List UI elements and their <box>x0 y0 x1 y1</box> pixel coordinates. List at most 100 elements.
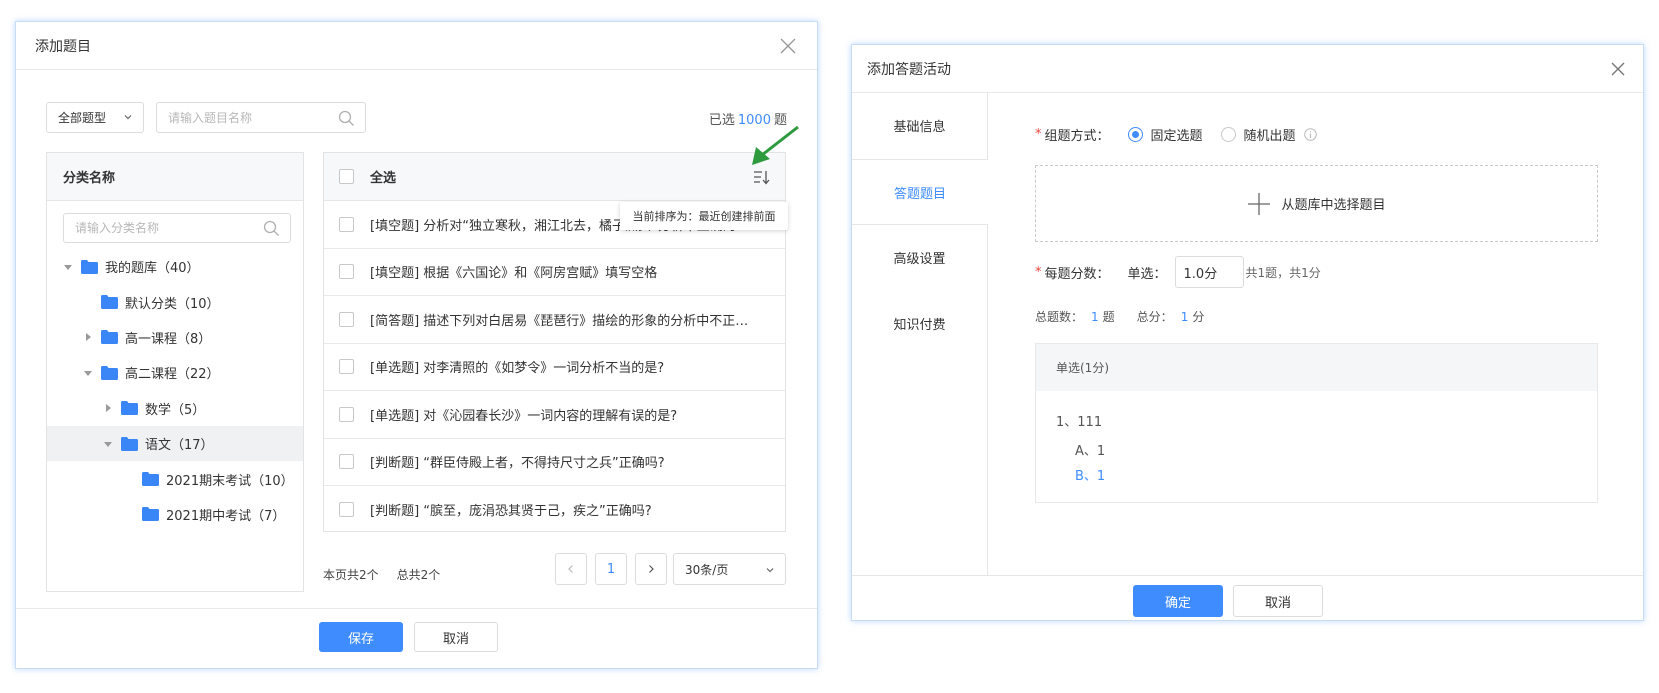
tree-node-math[interactable]: 数学（5） <box>47 391 303 426</box>
total-questions-unit: 题 <box>1102 310 1115 324</box>
single-label: 单选： <box>1127 266 1167 282</box>
tree-node-label: 高一课程（8） <box>125 331 212 347</box>
total-score-label: 总分： <box>1136 310 1173 324</box>
caret-right-icon[interactable] <box>103 403 113 413</box>
close-icon[interactable] <box>775 33 801 59</box>
next-page-button[interactable] <box>635 553 667 585</box>
question-text: [简答题] 描述下列对白居易《琵琶行》描绘的形象的分析中不正确的是？ <box>370 313 760 329</box>
caret-down-icon[interactable] <box>83 368 93 378</box>
single-score-input[interactable]: 1.0分 <box>1174 256 1244 288</box>
option-b: B、1 <box>1075 469 1106 484</box>
question-row[interactable]: [判断题] “群臣侍殿上者，不得持尺寸之兵”正确吗? <box>324 439 785 486</box>
question-card-header: 单选(1分) <box>1036 344 1597 391</box>
question-row[interactable]: [简答题] 描述下列对白居易《琵琶行》描绘的形象的分析中不正确的是？ <box>324 296 785 344</box>
dialog-header: 添加答题活动 <box>852 45 1643 93</box>
question-row[interactable]: [单选题] 对李清照的《如梦令》一词分析不当的是? <box>324 344 785 391</box>
tree-node-midterm-exam[interactable]: 2021期中考试（7） <box>47 497 303 532</box>
chevron-down-icon <box>124 115 132 120</box>
question-text: [单选题] 对《沁园春长沙》一词内容的理解有误的是? <box>370 408 678 424</box>
search-icon[interactable] <box>263 220 280 237</box>
add-activity-dialog: 添加答题活动 基础信息 答题题目 高级设置 知识付费 * 组题方式： 固定选题 … <box>851 44 1644 621</box>
tree-node-label: 我的题库（40） <box>105 261 200 277</box>
caret-right-icon[interactable] <box>83 332 93 342</box>
category-search <box>63 213 291 243</box>
category-search-input[interactable] <box>64 214 290 242</box>
tree-node-default[interactable]: 默认分类（10） <box>47 284 303 319</box>
total-questions-value: 1 <box>1091 309 1099 324</box>
save-button[interactable]: 保存 <box>319 622 403 652</box>
page-size-select[interactable]: 30条/页 <box>673 553 786 585</box>
question-row[interactable]: [填空题] 根据《六国论》和《阿房宫赋》填写空格 <box>324 249 785 296</box>
folder-icon <box>142 472 159 487</box>
dialog-footer: 保存 取消 <box>16 608 817 668</box>
confirm-button[interactable]: 确定 <box>1133 585 1223 617</box>
page-number-button[interactable]: 1 <box>595 553 627 585</box>
question-title: 1、111 <box>1056 415 1103 430</box>
question-list-header: 全选 <box>324 153 785 201</box>
required-mark: * <box>1035 127 1042 142</box>
folder-icon <box>142 507 159 522</box>
nav-advanced[interactable]: 高级设置 <box>852 225 987 291</box>
tree-node-final-exam[interactable]: 2021期末考试（10） <box>47 461 303 496</box>
folder-icon <box>101 365 118 380</box>
caret-down-icon[interactable] <box>103 439 113 449</box>
cancel-button[interactable]: 取消 <box>1233 585 1323 617</box>
row-checkbox[interactable] <box>339 311 354 327</box>
row-checkbox[interactable] <box>339 454 354 470</box>
row-checkbox[interactable] <box>339 216 354 232</box>
close-icon[interactable] <box>1605 56 1631 82</box>
question-row[interactable]: [单选题] 对《沁园春长沙》一词内容的理解有误的是? <box>324 391 785 439</box>
folder-icon <box>101 330 118 345</box>
radio-fixed[interactable] <box>1127 127 1143 142</box>
pick-from-bank-button[interactable]: 从题库中选择题目 <box>1035 165 1598 242</box>
category-header: 分类名称 <box>47 153 303 201</box>
question-card: 单选(1分) 1、111 A、1 B、1 <box>1035 343 1598 503</box>
nav-basic-info[interactable]: 基础信息 <box>852 93 987 159</box>
question-text: [单选题] 对李清照的《如梦令》一词分析不当的是? <box>370 361 665 377</box>
side-nav: 基础信息 答题题目 高级设置 知识付费 <box>852 93 988 575</box>
caret-down-icon[interactable] <box>63 262 73 272</box>
score-row: * 每题分数： 单选： 1.0分 共1题，共1分 <box>1035 256 1321 288</box>
tree-node-grade2[interactable]: 高二课程（22） <box>47 355 303 390</box>
question-type-select[interactable]: 全部题型 <box>46 102 144 133</box>
search-icon[interactable] <box>338 110 355 127</box>
nav-questions[interactable]: 答题题目 <box>852 159 988 225</box>
tree-node-my-bank[interactable]: 我的题库（40） <box>47 249 303 284</box>
folder-icon <box>101 295 118 310</box>
row-checkbox[interactable] <box>339 406 354 422</box>
folder-icon <box>121 401 138 416</box>
radio-random[interactable] <box>1220 127 1236 142</box>
question-row[interactable]: [判断题] “膑至，庞涓恐其贤于己，疾之”正确吗? <box>324 486 785 534</box>
plus-icon <box>1248 192 1271 215</box>
select-all-label: 全选 <box>370 171 397 186</box>
total-questions-label: 总题数： <box>1035 310 1084 324</box>
category-panel: 分类名称 我的题库（40） 默认分类（10） 高一课程（8） <box>46 152 304 592</box>
row-checkbox[interactable] <box>339 502 354 518</box>
tree-node-label: 高二课程（22） <box>125 367 220 383</box>
chevron-down-icon <box>766 568 774 573</box>
tree-node-chinese[interactable]: 语文（17） <box>47 425 303 462</box>
question-search-input[interactable] <box>157 103 365 132</box>
row-checkbox[interactable] <box>339 359 354 375</box>
pagination-info: 本页共2个 总共2个 <box>323 566 440 583</box>
tree-node-label: 数学（5） <box>145 402 206 418</box>
total-score-unit: 分 <box>1192 310 1205 324</box>
select-all-checkbox[interactable] <box>339 169 354 184</box>
dialog-header: 添加题目 <box>16 22 817 70</box>
tree-node-grade1[interactable]: 高一课程（8） <box>47 320 303 355</box>
chevron-left-icon <box>568 565 573 573</box>
tree-node-label: 默认分类（10） <box>125 296 220 312</box>
info-icon[interactable] <box>1303 128 1317 141</box>
total-count: 总共2个 <box>396 568 441 582</box>
sort-icon[interactable] <box>753 169 771 185</box>
prev-page-button[interactable] <box>555 553 587 585</box>
dialog-title: 添加答题活动 <box>867 61 951 78</box>
annotation-arrow-icon <box>752 125 799 165</box>
cancel-button[interactable]: 取消 <box>414 622 498 652</box>
score-label: 每题分数： <box>1044 266 1110 282</box>
nav-paid[interactable]: 知识付费 <box>852 291 987 357</box>
row-checkbox[interactable] <box>339 264 354 280</box>
page-size-value: 30条/页 <box>685 562 729 577</box>
compose-label: 组题方式： <box>1044 129 1110 144</box>
tree-node-label: 语文（17） <box>145 438 214 454</box>
